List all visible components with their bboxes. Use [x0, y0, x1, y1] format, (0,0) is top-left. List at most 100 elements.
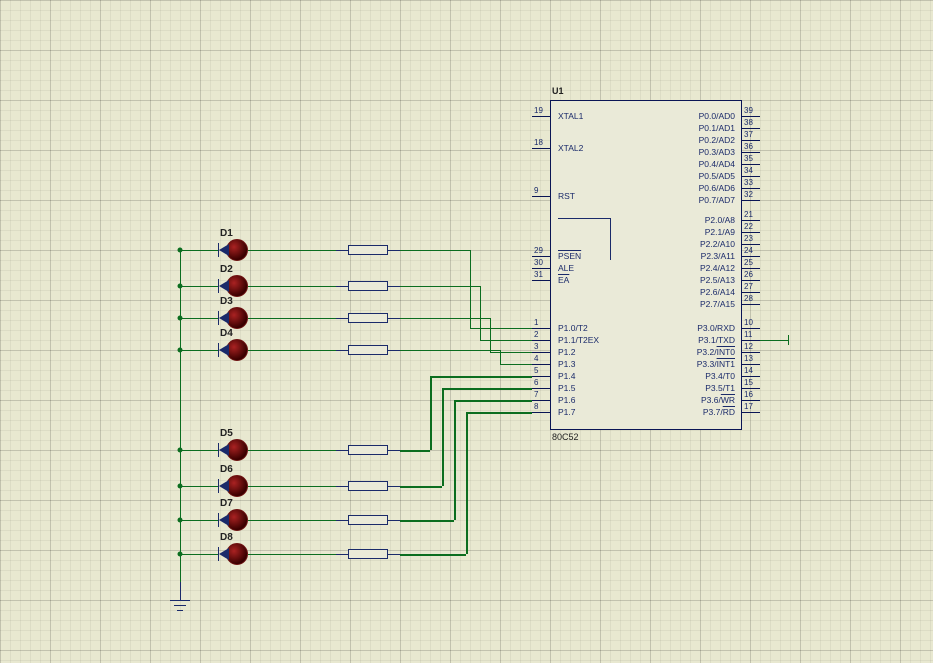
pin-label: P0.2/AD2 — [699, 135, 735, 145]
diode-symbol — [219, 344, 229, 356]
pin-number: 35 — [744, 154, 753, 163]
resistor[interactable] — [348, 481, 388, 491]
wire — [180, 250, 181, 582]
pin-number: 36 — [744, 142, 753, 151]
chip-pin[interactable] — [742, 400, 760, 401]
chip-pin[interactable] — [742, 152, 760, 153]
pin-label: P3.6/WR — [701, 395, 735, 405]
chip-pin[interactable] — [742, 256, 760, 257]
chip-internal-line — [558, 218, 610, 219]
junction — [178, 484, 183, 489]
led-reference: D4 — [220, 328, 233, 339]
led-reference: D1 — [220, 228, 233, 239]
led[interactable] — [226, 475, 248, 497]
pin-label: PSEN — [558, 251, 581, 261]
pin-number: 1 — [534, 318, 538, 327]
chip-pin[interactable] — [532, 388, 550, 389]
wire — [500, 364, 532, 365]
chip-pin[interactable] — [742, 128, 760, 129]
wire — [430, 376, 532, 378]
pin-number: 7 — [534, 390, 538, 399]
wire — [400, 520, 454, 522]
wire — [248, 350, 336, 351]
chip-pin[interactable] — [742, 176, 760, 177]
schematic-canvas[interactable]: U1 80C52 19XTAL118XTAL29RST29PSEN30ALE31… — [0, 0, 933, 663]
resistor-lead — [336, 486, 348, 487]
chip-model: 80C52 — [552, 432, 579, 442]
led-reference: D3 — [220, 296, 233, 307]
chip-pin[interactable] — [532, 412, 550, 413]
chip-pin[interactable] — [742, 232, 760, 233]
junction — [178, 518, 183, 523]
chip-pin[interactable] — [532, 340, 550, 341]
led-reference: D5 — [220, 428, 233, 439]
pin-number: 38 — [744, 118, 753, 127]
ground-symbol — [174, 605, 186, 606]
chip-pin[interactable] — [532, 196, 550, 197]
chip-pin[interactable] — [742, 340, 760, 341]
led-reference: D7 — [220, 498, 233, 509]
resistor[interactable] — [348, 313, 388, 323]
resistor[interactable] — [348, 445, 388, 455]
led-reference: D6 — [220, 464, 233, 475]
chip-pin[interactable] — [532, 256, 550, 257]
chip-pin[interactable] — [742, 244, 760, 245]
chip-pin[interactable] — [532, 116, 550, 117]
wire — [442, 388, 532, 390]
diode-symbol — [219, 444, 229, 456]
led[interactable] — [226, 339, 248, 361]
pin-label: P0.7/AD7 — [699, 195, 735, 205]
chip-pin[interactable] — [742, 220, 760, 221]
chip-pin[interactable] — [742, 116, 760, 117]
pin-label: EA — [558, 275, 569, 285]
wire — [248, 318, 336, 319]
chip-pin[interactable] — [742, 352, 760, 353]
resistor[interactable] — [348, 549, 388, 559]
chip-pin[interactable] — [532, 400, 550, 401]
chip-pin[interactable] — [742, 376, 760, 377]
chip-pin[interactable] — [742, 388, 760, 389]
chip-pin[interactable] — [742, 200, 760, 201]
pin-number: 6 — [534, 378, 538, 387]
junction — [178, 284, 183, 289]
led[interactable] — [226, 239, 248, 261]
chip-pin[interactable] — [532, 268, 550, 269]
pin-label: P1.6 — [558, 395, 576, 405]
pin-label: P1.1/T2EX — [558, 335, 599, 345]
resistor[interactable] — [348, 345, 388, 355]
chip-pin[interactable] — [742, 364, 760, 365]
chip-pin[interactable] — [532, 352, 550, 353]
chip-pin[interactable] — [532, 364, 550, 365]
chip-pin[interactable] — [742, 304, 760, 305]
chip-pin[interactable] — [742, 268, 760, 269]
resistor[interactable] — [348, 245, 388, 255]
wire — [400, 250, 470, 251]
chip-pin[interactable] — [742, 328, 760, 329]
chip-pin[interactable] — [532, 148, 550, 149]
led[interactable] — [226, 509, 248, 531]
chip-pin[interactable] — [532, 376, 550, 377]
resistor-lead — [388, 286, 400, 287]
chip-pin[interactable] — [742, 412, 760, 413]
resistor[interactable] — [348, 281, 388, 291]
resistor-lead — [388, 318, 400, 319]
chip-pin[interactable] — [742, 280, 760, 281]
chip-pin[interactable] — [742, 292, 760, 293]
pin-number: 18 — [534, 138, 543, 147]
led[interactable] — [226, 307, 248, 329]
wire — [180, 350, 218, 351]
resistor-lead — [336, 250, 348, 251]
led[interactable] — [226, 543, 248, 565]
resistor[interactable] — [348, 515, 388, 525]
chip-pin[interactable] — [532, 280, 550, 281]
wire — [400, 350, 500, 351]
pin-number: 33 — [744, 178, 753, 187]
led[interactable] — [226, 439, 248, 461]
pin-number: 24 — [744, 246, 753, 255]
chip-pin[interactable] — [742, 188, 760, 189]
chip-pin[interactable] — [532, 328, 550, 329]
chip-pin[interactable] — [742, 164, 760, 165]
led[interactable] — [226, 275, 248, 297]
pin-number: 27 — [744, 282, 753, 291]
chip-pin[interactable] — [742, 140, 760, 141]
